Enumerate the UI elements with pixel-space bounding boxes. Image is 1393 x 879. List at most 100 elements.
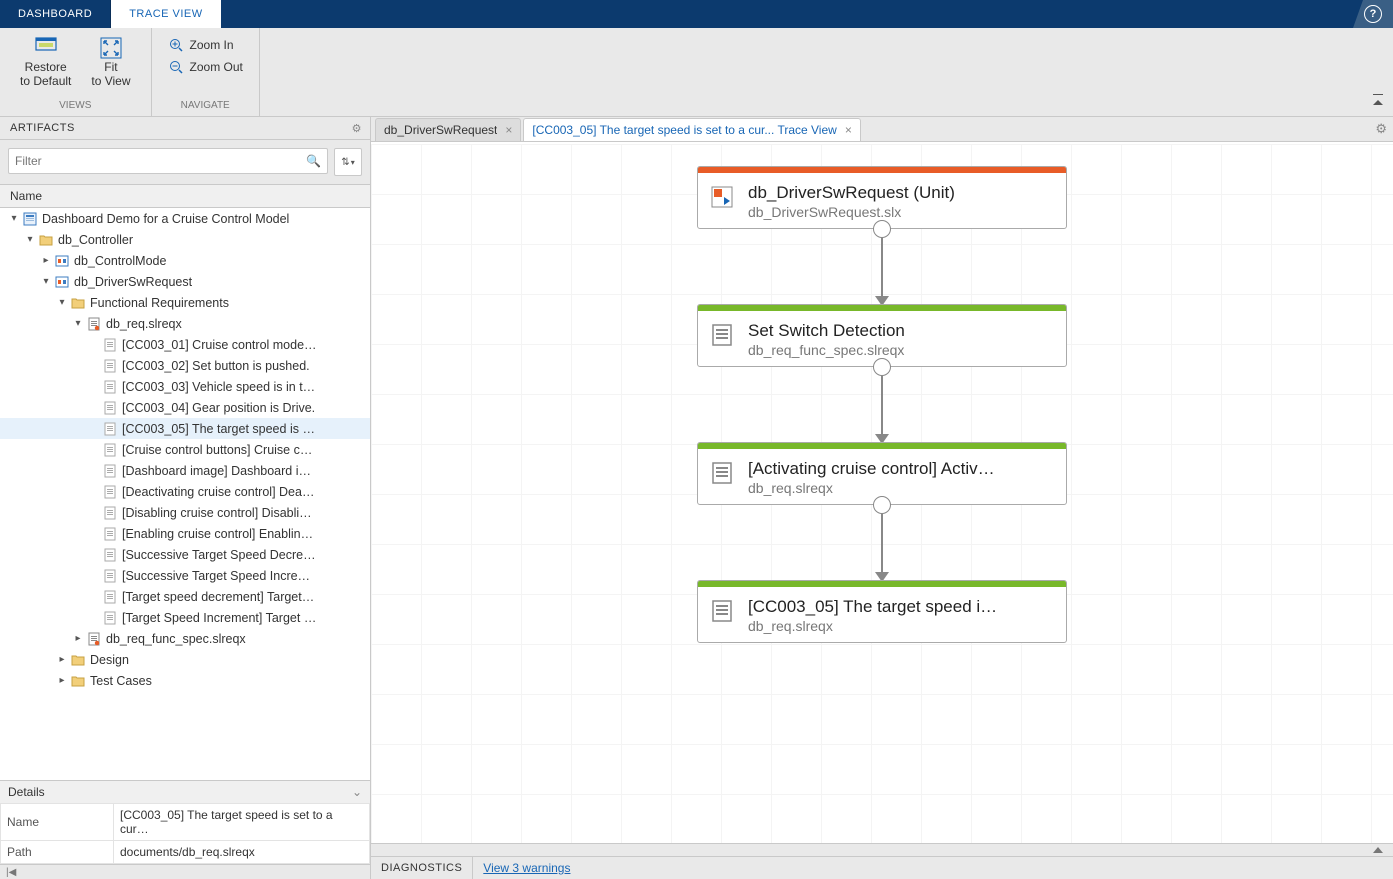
twisty-icon [88,339,100,351]
label: Zoom In [190,38,234,52]
close-icon[interactable]: × [505,123,512,137]
tree-leaf[interactable]: [CC003_04] Gear position is Drive. [0,397,370,418]
chevron-down-icon[interactable]: ⌄ [352,785,362,799]
diagnostics-label[interactable]: DIAGNOSTICS [371,857,473,879]
toolstrip-group-navigate: Zoom In Zoom Out NAVIGATE [152,28,260,116]
zoom-out-button[interactable]: Zoom Out [162,57,249,77]
folder-icon [70,295,86,311]
tree-node[interactable]: ▸ db_ControlMode [0,250,370,271]
details-panel: Details ⌄ Name[CC003_05] The target spee… [0,780,370,864]
tree-label: [Successive Target Speed Incre… [122,569,310,583]
tree-label: [Disabling cruise control] Disabli… [122,506,312,520]
tree-node[interactable]: ▸Design [0,649,370,670]
dock-handle[interactable] [371,843,1393,856]
tab-dashboard[interactable]: DASHBOARD [0,0,111,28]
tree-leaf[interactable]: [CC003_01] Cruise control mode… [0,334,370,355]
node-subtitle: db_req_func_spec.slreqx [748,342,1054,358]
model-icon [54,274,70,290]
prev-icon[interactable]: |◀ [6,867,16,878]
folder-icon [38,232,54,248]
twisty-icon[interactable]: ▾ [8,213,20,225]
tree-leaf[interactable]: [Target speed decrement] Target… [0,586,370,607]
details-key: Name [1,804,114,841]
tree-node[interactable]: ▾ Dashboard Demo for a Cruise Control Mod… [0,208,370,229]
top-nav: DASHBOARD TRACE VIEW ? [0,0,1393,28]
filter-box[interactable]: 🔍 [8,148,328,174]
tree-label: db_ControlMode [74,254,166,268]
node-title: db_DriverSwRequest (Unit) [748,183,1054,203]
tree-label: Functional Requirements [90,296,229,310]
label: to Default [20,74,71,88]
toolstrip-group-views: Restore to Default Fit to View VIEWS [0,28,152,116]
tree-node[interactable]: ▸ db_req_func_spec.slreqx [0,628,370,649]
tree-leaf[interactable]: [Successive Target Speed Decre… [0,544,370,565]
twisty-icon [88,507,100,519]
req-icon [102,358,118,374]
twisty-icon [88,381,100,393]
requirement-icon [710,461,738,489]
restore-to-default-button[interactable]: Restore to Default [16,34,75,90]
twisty-icon[interactable]: ▸ [40,255,52,267]
req-icon [102,484,118,500]
tree-leaf[interactable]: [CC003_02] Set button is pushed. [0,355,370,376]
group-label: VIEWS [59,100,91,115]
node-subtitle: db_DriverSwRequest.slx [748,204,1054,220]
gear-icon[interactable]: ⚙ [352,122,362,135]
gear-icon[interactable]: ⚙ [1375,121,1387,137]
toolstrip-collapse-button[interactable] [1371,100,1385,112]
tree-label: db_req_func_spec.slreqx [106,632,246,646]
artifacts-tree[interactable]: ▾ Dashboard Demo for a Cruise Control Mod… [0,208,370,780]
tree-leaf[interactable]: [CC003_03] Vehicle speed is in t… [0,376,370,397]
filter-input[interactable] [15,154,306,168]
tree-label: [CC003_04] Gear position is Drive. [122,401,315,415]
view-warnings-link[interactable]: View 3 warnings [483,861,570,875]
artifacts-title: ARTIFACTS [10,122,75,134]
twisty-icon[interactable]: ▸ [56,675,68,687]
twisty-icon [88,486,100,498]
tree-leaf[interactable]: [Deactivating cruise control] Dea… [0,481,370,502]
twisty-icon [88,549,100,561]
help-button[interactable]: ? [1353,0,1393,28]
twisty-icon[interactable]: ▸ [56,654,68,666]
tree-leaf[interactable]: [Successive Target Speed Incre… [0,565,370,586]
zoom-in-button[interactable]: Zoom In [162,35,249,55]
twisty-icon[interactable]: ▸ [72,633,84,645]
tree-leaf[interactable]: [Cruise control buttons] Cruise c… [0,439,370,460]
fit-to-view-button[interactable]: Fit to View [87,34,134,90]
fit-icon [99,36,123,60]
tree-leaf[interactable]: [Disabling cruise control] Disabli… [0,502,370,523]
document-tab[interactable]: db_DriverSwRequest× [375,118,521,141]
label: to View [91,74,130,88]
tree-column-header: Name [0,185,370,208]
tree-leaf[interactable]: [Target Speed Increment] Target … [0,607,370,628]
tree-label: Dashboard Demo for a Cruise Control Mode… [42,212,289,226]
twisty-icon[interactable]: ▾ [56,297,68,309]
sort-button[interactable]: ⇅▾ [334,148,362,176]
tab-trace-view[interactable]: TRACE VIEW [111,0,220,28]
tree-node[interactable]: ▾ Functional Requirements [0,292,370,313]
node-title: Set Switch Detection [748,321,1054,341]
tree-label: Test Cases [90,674,152,688]
tree-leaf[interactable]: [Dashboard image] Dashboard i… [0,460,370,481]
tree-node[interactable]: ▸ Test Cases [0,670,370,691]
group-label: NAVIGATE [181,100,230,115]
twisty-icon[interactable]: ▾ [40,276,52,288]
tree-node[interactable]: ▾db_req.slreqx [0,313,370,334]
req-icon [102,610,118,626]
tree-leaf[interactable]: [Enabling cruise control] Enablin… [0,523,370,544]
details-title: Details [8,785,45,799]
tree-node[interactable]: ▾db_Controller [0,229,370,250]
trace-node[interactable]: [CC003_05] The target speed i…db_req.slr… [697,580,1067,643]
tree-node[interactable]: ▾db_DriverSwRequest [0,271,370,292]
connector [873,229,891,304]
close-icon[interactable]: × [845,123,852,137]
twisty-icon [88,612,100,624]
status-bar: DIAGNOSTICS View 3 warnings [371,856,1393,879]
twisty-icon[interactable]: ▾ [24,234,36,246]
req-icon [102,337,118,353]
document-tab[interactable]: [CC003_05] The target speed is set to a … [523,118,860,141]
req-icon [102,400,118,416]
twisty-icon[interactable]: ▾ [72,318,84,330]
tree-leaf[interactable]: [CC003_05] The target speed is … [0,418,370,439]
trace-canvas[interactable]: db_DriverSwRequest (Unit)db_DriverSwRequ… [371,142,1393,843]
